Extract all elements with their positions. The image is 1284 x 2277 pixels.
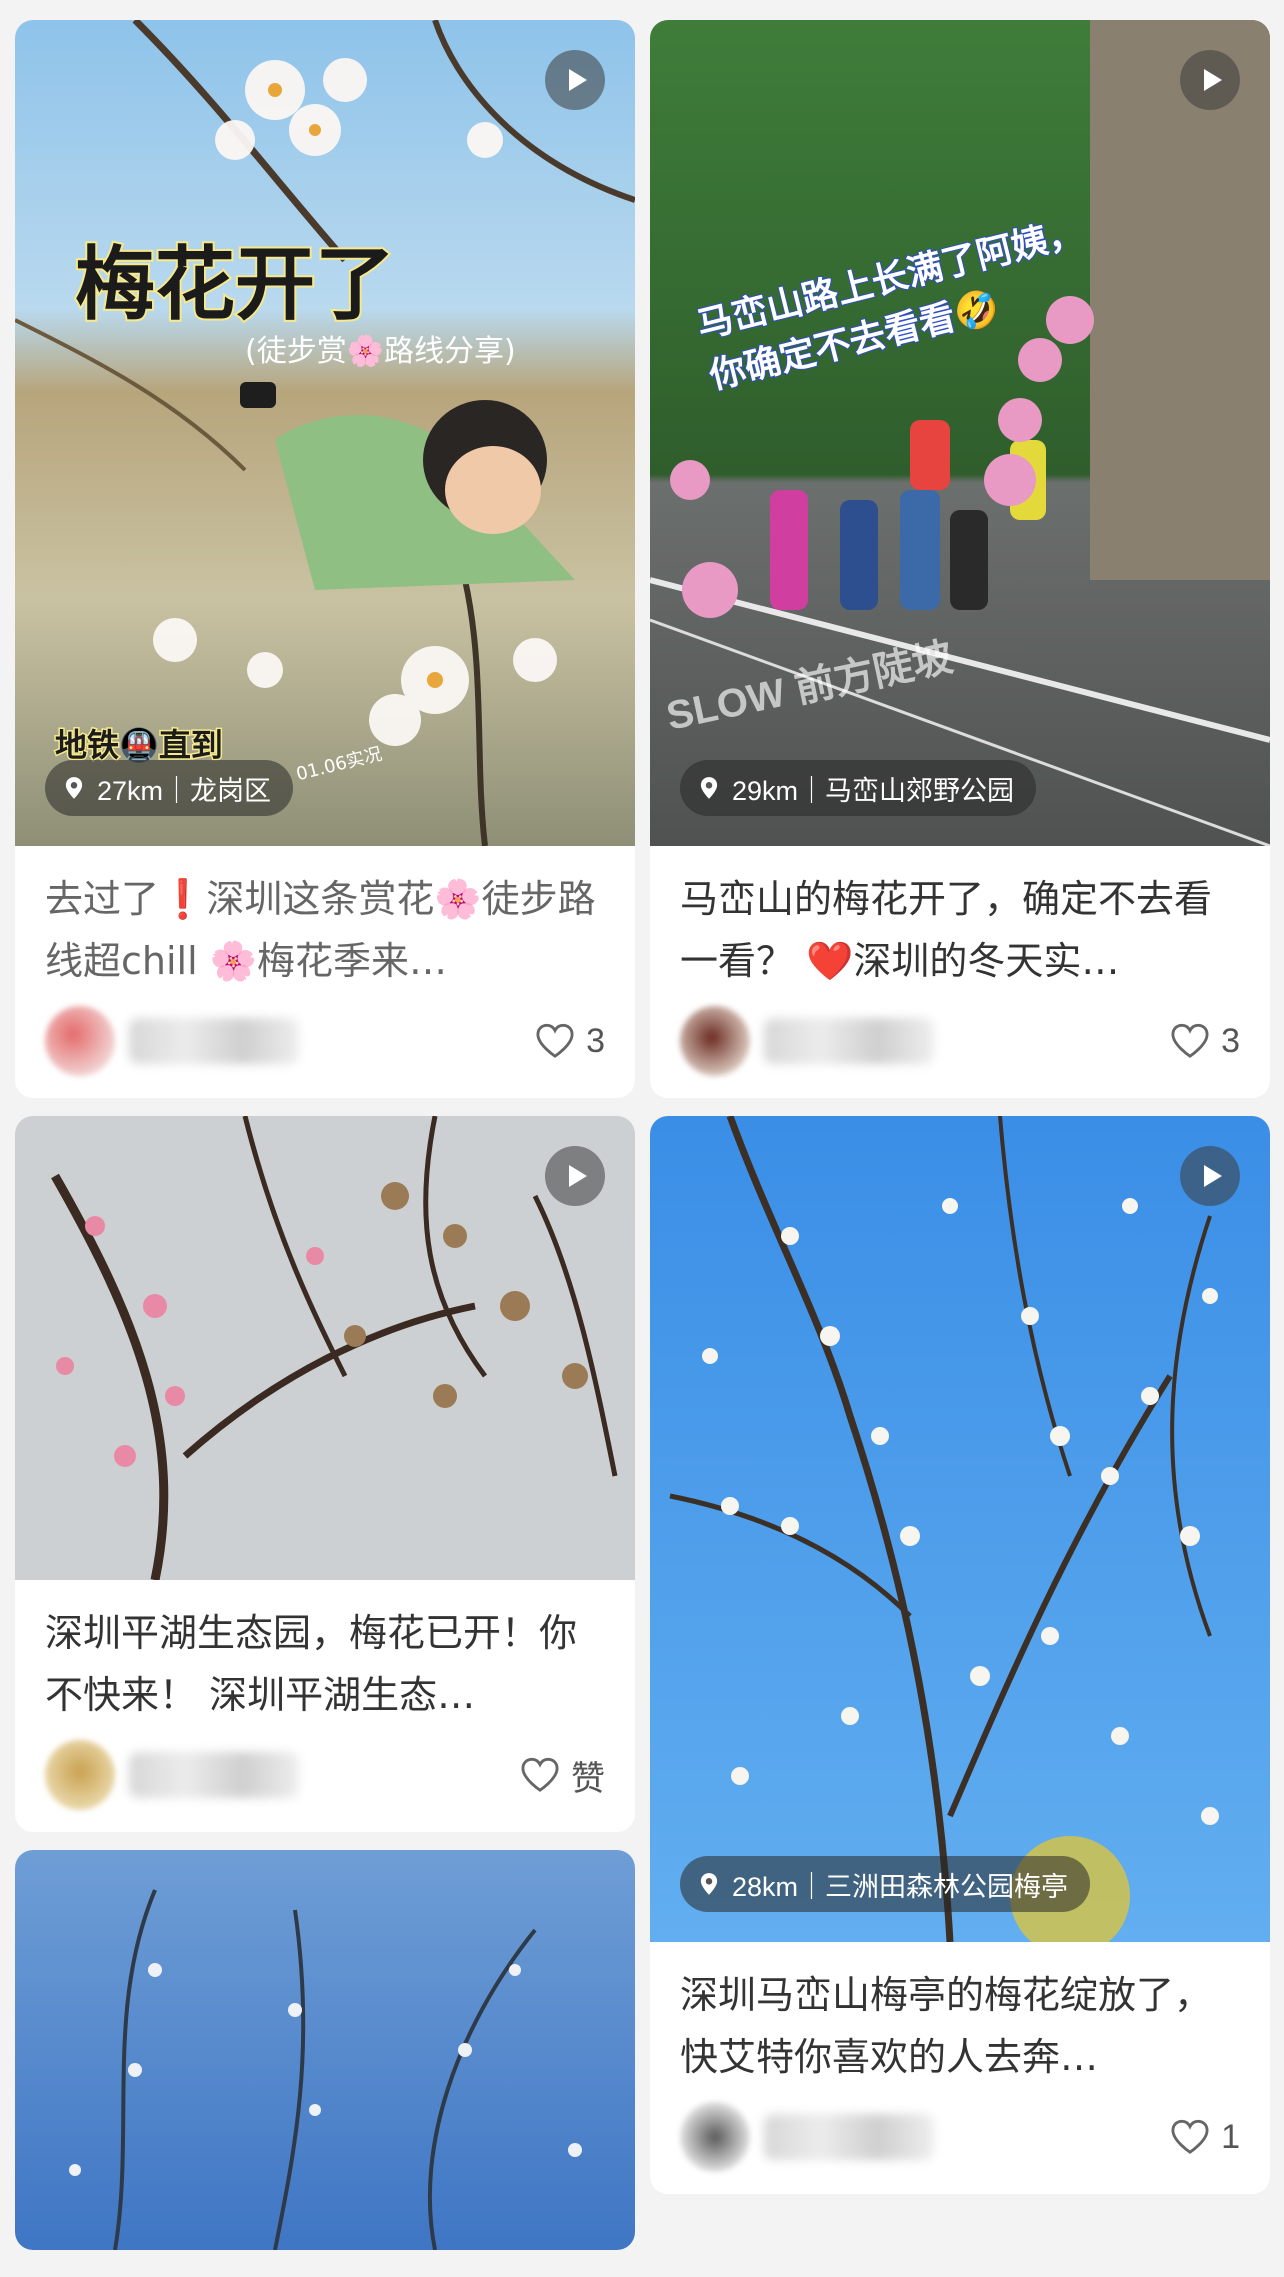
note-card[interactable] [15, 1850, 635, 2250]
author-name[interactable] [764, 2114, 934, 2160]
heart-outline-icon [1171, 2119, 1209, 2154]
note-title[interactable]: 深圳平湖生态园，梅花已开！你不快来！ 深圳平湖生态… [45, 1602, 605, 1726]
feed-column-right: SLOW 前方陡坡 马峦山路上长满了阿姨，你确定不去看看🤣 29km｜马峦山郊野… [650, 20, 1270, 2212]
hiking-group-photo: SLOW 前方陡坡 [650, 20, 1270, 846]
avatar[interactable] [680, 1006, 750, 1076]
location-text: 27km｜龙岗区 [97, 775, 272, 806]
location-pin-icon [700, 1873, 718, 1895]
note-card[interactable]: 梅花开了 (徒步赏🌸路线分享) 地铁🚇直到 01.06实况 27km｜龙岗区 去… [15, 20, 635, 1098]
play-icon [1180, 50, 1240, 110]
cover-subtitle: (徒步赏🌸路线分享) [245, 334, 516, 369]
note-cover-image[interactable] [15, 1116, 635, 1580]
location-pin-icon [65, 777, 83, 799]
heart-outline-icon [1171, 1023, 1209, 1058]
feed-column-left: 梅花开了 (徒步赏🌸路线分享) 地铁🚇直到 01.06实况 27km｜龙岗区 去… [15, 20, 635, 2268]
author-info[interactable] [680, 1006, 934, 1076]
author-name[interactable] [764, 1018, 934, 1064]
note-title[interactable]: 去过了❗深圳这条赏花🌸徒步路线超chill 🌸梅花季来… [45, 868, 605, 992]
note-cover-image[interactable]: 28km｜三洲田森林公园梅亭 [650, 1116, 1270, 1942]
like-button[interactable]: 3 [1169, 1022, 1240, 1061]
like-count: 赞 [571, 1759, 605, 1798]
notes-feed: 梅花开了 (徒步赏🌸路线分享) 地铁🚇直到 01.06实况 27km｜龙岗区 去… [0, 0, 1284, 2277]
author-name[interactable]: 大友 [129, 1752, 299, 1798]
location-text: 29km｜马峦山郊野公园 [732, 775, 1015, 806]
location-badge[interactable]: 28km｜三洲田森林公园梅亭 [680, 1856, 1091, 1912]
play-icon [1180, 1146, 1240, 1206]
note-cover-image[interactable]: SLOW 前方陡坡 马峦山路上长满了阿姨，你确定不去看看🤣 29km｜马峦山郊野… [650, 20, 1270, 846]
note-title[interactable]: 马峦山的梅花开了，确定不去看一看？ ❤️深圳的冬天实… [680, 868, 1240, 992]
like-count: 3 [1221, 1021, 1240, 1060]
like-button[interactable]: 3 [534, 1022, 605, 1061]
plum-blossom-photo [15, 1850, 635, 2250]
author-info[interactable]: 大友 [45, 1740, 299, 1810]
avatar[interactable] [45, 1006, 115, 1076]
heart-outline-icon [521, 1757, 559, 1792]
heart-outline-icon [536, 1023, 574, 1058]
location-badge[interactable]: 29km｜马峦山郊野公园 [680, 760, 1037, 816]
note-card[interactable]: 28km｜三洲田森林公园梅亭 深圳马峦山梅亭的梅花绽放了，快艾特你喜欢的人去奔…… [650, 1116, 1270, 2194]
avatar[interactable] [680, 2102, 750, 2172]
note-cover-image[interactable]: 梅花开了 (徒步赏🌸路线分享) 地铁🚇直到 01.06实况 27km｜龙岗区 [15, 20, 635, 846]
author-info[interactable] [680, 2102, 934, 2172]
like-count: 3 [586, 1021, 605, 1060]
like-count: 1 [1221, 2117, 1240, 2156]
author-name[interactable]: 蛤派 [129, 1018, 299, 1064]
note-card[interactable]: 深圳平湖生态园，梅花已开！你不快来！ 深圳平湖生态… 大友 赞 [15, 1116, 635, 1832]
location-pin-icon [700, 777, 718, 799]
like-button[interactable]: 1 [1169, 2118, 1240, 2157]
author-info[interactable]: 蛤派 [45, 1006, 299, 1076]
cover-headline: 梅花开了 [73, 236, 397, 333]
note-title[interactable]: 深圳马峦山梅亭的梅花绽放了，快艾特你喜欢的人去奔… [680, 1964, 1240, 2088]
location-badge[interactable]: 27km｜龙岗区 [45, 760, 294, 816]
play-icon [545, 50, 605, 110]
avatar[interactable] [45, 1740, 115, 1810]
like-button[interactable]: 赞 [519, 1751, 605, 1800]
location-text: 28km｜三洲田森林公园梅亭 [732, 1871, 1069, 1902]
note-cover-image[interactable] [15, 1850, 635, 2250]
plum-blossom-photo [15, 1116, 635, 1580]
note-card[interactable]: SLOW 前方陡坡 马峦山路上长满了阿姨，你确定不去看看🤣 29km｜马峦山郊野… [650, 20, 1270, 1098]
plum-blossom-photo [650, 1116, 1270, 1942]
play-icon [545, 1146, 605, 1206]
